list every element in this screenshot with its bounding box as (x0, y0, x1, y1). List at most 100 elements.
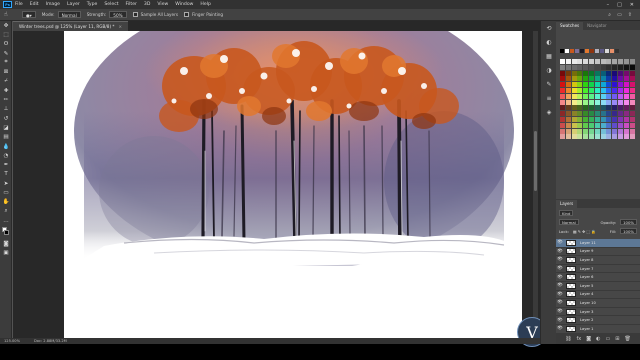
color-swatch[interactable] (617, 70, 623, 76)
layer-row[interactable]: 👁 Layer 2 (556, 316, 640, 325)
brush-settings-icon[interactable]: ✎ (541, 77, 557, 91)
history-icon[interactable]: ⟲ (541, 21, 557, 35)
color-swatch[interactable] (606, 128, 612, 134)
color-swatch[interactable] (565, 76, 571, 82)
color-swatch[interactable] (594, 82, 600, 88)
color-swatch[interactable] (612, 87, 618, 93)
visibility-eye-icon[interactable]: 👁 (556, 318, 564, 323)
color-swatch[interactable] (623, 111, 629, 117)
color-swatch[interactable] (629, 134, 635, 140)
eyedropper-tool-icon[interactable]: ⌿ (0, 77, 12, 86)
finger-painting-checkbox[interactable] (184, 12, 190, 17)
color-swatch[interactable] (623, 64, 629, 70)
color-swatch[interactable] (629, 82, 635, 88)
color-swatch[interactable] (617, 105, 623, 111)
color-swatch[interactable] (583, 76, 589, 82)
color-swatch[interactable] (629, 105, 635, 111)
color-swatch[interactable] (600, 105, 606, 111)
sample-all-layers-checkbox[interactable] (132, 12, 138, 17)
color-swatch[interactable] (588, 64, 594, 70)
color-swatch[interactable] (623, 105, 629, 111)
color-swatch[interactable] (600, 64, 606, 70)
color-swatch[interactable] (629, 59, 635, 64)
adjustment-layer-icon[interactable]: ◐ (596, 336, 600, 342)
color-swatch[interactable] (617, 111, 623, 117)
color-swatch[interactable] (617, 64, 623, 70)
swatches-icon[interactable]: ▦ (541, 49, 557, 63)
layer-row[interactable]: 👁 Layer 7 (556, 265, 640, 274)
close-tab-icon[interactable]: × (119, 24, 123, 29)
adjustments-icon[interactable]: ◑ (541, 63, 557, 77)
color-swatch[interactable] (617, 134, 623, 140)
mode-select[interactable]: Normal (57, 11, 81, 18)
color-swatch[interactable] (583, 87, 589, 93)
color-swatch[interactable] (623, 93, 629, 99)
layer-row[interactable]: 👁 Layer 1 (556, 325, 640, 334)
color-swatch[interactable] (594, 122, 600, 128)
menu-edit[interactable]: Edit (30, 2, 39, 7)
color-swatch[interactable] (629, 111, 635, 117)
color-swatch[interactable] (617, 82, 623, 88)
color-swatch[interactable] (606, 59, 612, 64)
move-tool-icon[interactable]: ✥ (0, 21, 12, 30)
color-swatch[interactable] (588, 70, 594, 76)
type-tool-icon[interactable]: T (0, 170, 12, 179)
color-swatch[interactable] (577, 64, 583, 70)
color-swatch[interactable] (571, 59, 577, 64)
recent-swatch[interactable] (595, 49, 599, 53)
quick-select-tool-icon[interactable]: ✎ (0, 49, 12, 58)
color-swatch[interactable] (583, 116, 589, 122)
color-swatch[interactable] (560, 76, 565, 82)
color-swatch[interactable] (577, 59, 583, 64)
visibility-eye-icon[interactable]: 👁 (556, 309, 564, 314)
color-swatch[interactable] (612, 105, 618, 111)
eraser-tool-icon[interactable]: ◪ (0, 123, 12, 132)
color-swatch[interactable] (629, 128, 635, 134)
color-swatch[interactable] (629, 116, 635, 122)
visibility-eye-icon[interactable]: 👁 (556, 240, 564, 245)
color-swatch[interactable] (565, 93, 571, 99)
color-swatch[interactable] (600, 116, 606, 122)
recent-swatch[interactable] (605, 49, 609, 53)
layer-row[interactable]: 👁 Layer 3 (556, 308, 640, 317)
visibility-eye-icon[interactable]: 👁 (556, 275, 564, 280)
color-swatch[interactable] (560, 82, 565, 88)
color-swatch[interactable] (623, 128, 629, 134)
color-swatch[interactable] (571, 128, 577, 134)
color-swatch[interactable] (606, 87, 612, 93)
color-swatch[interactable] (623, 134, 629, 140)
color-swatch[interactable] (577, 105, 583, 111)
color-swatch[interactable] (571, 99, 577, 105)
color-swatch[interactable] (577, 111, 583, 117)
color-swatch[interactable] (629, 70, 635, 76)
color-swatch[interactable] (606, 82, 612, 88)
visibility-eye-icon[interactable]: 👁 (556, 300, 564, 305)
color-swatch[interactable] (606, 122, 612, 128)
layer-row[interactable]: 👁 Layer 8 (556, 256, 640, 265)
menu-layer[interactable]: Layer (67, 2, 80, 7)
document-tab[interactable]: Winter trees.psd @ 125% (Layer 11, RGB/8… (13, 21, 129, 31)
color-swatch[interactable] (571, 70, 577, 76)
color-swatch[interactable] (588, 111, 594, 117)
color-swatch[interactable] (594, 70, 600, 76)
layer-row[interactable]: 👁 Layer 5 (556, 282, 640, 291)
color-swatch[interactable] (629, 122, 635, 128)
color-swatch[interactable] (565, 134, 571, 140)
color-swatch[interactable] (606, 76, 612, 82)
tab-layers[interactable]: Layers (556, 200, 578, 208)
canvas[interactable] (64, 31, 522, 344)
color-swatch[interactable] (577, 70, 583, 76)
color-swatches[interactable] (0, 226, 11, 240)
color-swatch[interactable] (612, 99, 618, 105)
color-swatch[interactable] (612, 59, 618, 64)
color-swatch[interactable] (560, 116, 565, 122)
layer-row[interactable]: 👁 Layer 6 (556, 273, 640, 282)
visibility-eye-icon[interactable]: 👁 (556, 266, 564, 271)
recent-swatch[interactable] (575, 49, 579, 53)
color-swatch[interactable] (583, 82, 589, 88)
zoom-level[interactable]: 125.00% (4, 339, 20, 343)
fill-input[interactable]: 100% (620, 228, 637, 234)
marquee-tool-icon[interactable]: ⬚ (0, 30, 12, 39)
properties-icon[interactable]: ≡ (541, 91, 557, 105)
recent-swatch[interactable] (615, 49, 619, 53)
